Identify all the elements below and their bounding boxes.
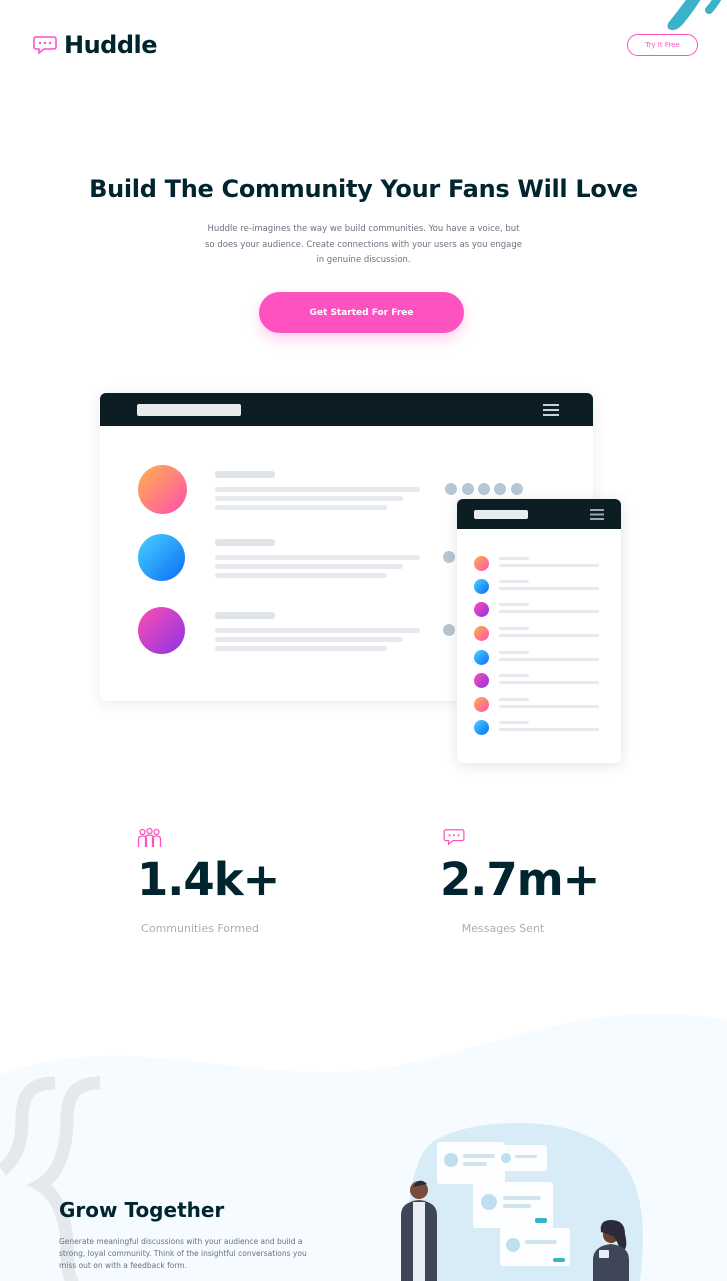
mobile-mockup-titlebar — [457, 499, 621, 529]
avatar-placeholder — [138, 465, 187, 514]
avatar-placeholder — [138, 534, 185, 581]
text-placeholder — [215, 487, 420, 492]
stat-value-messages: 2.7m+ — [440, 853, 600, 906]
get-started-button[interactable]: Get Started For Free — [259, 292, 464, 333]
avatar-placeholder — [474, 673, 489, 688]
text-placeholder — [215, 505, 387, 510]
mockup-title-placeholder — [137, 404, 241, 416]
text-placeholder — [499, 587, 599, 590]
status-dot — [494, 483, 506, 495]
text-placeholder — [215, 637, 403, 642]
status-dot — [445, 483, 457, 495]
avatar-placeholder — [138, 607, 185, 654]
stat-label-messages: Messages Sent — [461, 922, 545, 935]
text-placeholder — [499, 564, 599, 567]
text-placeholder — [215, 496, 403, 501]
status-dot — [462, 483, 474, 495]
logo[interactable]: Huddle — [32, 30, 158, 60]
grow-together-description: Generate meaningful discussions with you… — [59, 1237, 307, 1270]
avatar-placeholder — [474, 602, 489, 617]
status-dot — [478, 483, 490, 495]
text-placeholder — [499, 674, 529, 677]
text-placeholder — [215, 646, 387, 651]
status-dot — [443, 624, 455, 636]
text-placeholder — [215, 573, 387, 578]
hero-description: Huddle re-imagines the way we build comm… — [205, 224, 523, 265]
avatar-placeholder — [474, 650, 489, 665]
text-placeholder — [215, 539, 275, 546]
messages-icon — [443, 829, 465, 846]
grow-together-title: Grow Together — [59, 1198, 225, 1222]
stat-label-communities: Communities Formed — [141, 922, 259, 935]
text-placeholder — [499, 698, 529, 701]
text-placeholder — [499, 634, 599, 637]
logo-text: Huddle — [64, 31, 158, 59]
avatar-placeholder — [474, 579, 489, 594]
text-placeholder — [215, 628, 420, 633]
text-placeholder — [499, 610, 599, 613]
text-placeholder — [499, 681, 599, 684]
text-placeholder — [499, 651, 529, 654]
text-placeholder — [499, 557, 529, 560]
mockup-titlebar — [100, 393, 593, 426]
stat-value-communities: 1.4k+ — [137, 853, 280, 906]
text-placeholder — [499, 603, 529, 606]
text-placeholder — [499, 705, 599, 708]
mobile-mockup-illustration — [457, 499, 621, 763]
avatar-placeholder — [474, 720, 489, 735]
status-dot — [443, 551, 455, 563]
mobile-title-placeholder — [474, 510, 528, 519]
corner-decoration — [667, 0, 722, 31]
try-it-free-button[interactable]: Try It Free — [627, 34, 698, 56]
avatar-placeholder — [474, 556, 489, 571]
hero-title: Build The Community Your Fans Will Love — [89, 175, 638, 203]
text-placeholder — [499, 658, 599, 661]
text-placeholder — [215, 564, 403, 569]
chat-bubble-icon — [33, 36, 57, 55]
text-placeholder — [215, 555, 420, 560]
hamburger-menu-icon — [590, 509, 604, 520]
status-dot — [511, 483, 523, 495]
text-placeholder — [499, 580, 529, 583]
avatar-placeholder — [474, 626, 489, 641]
text-placeholder — [499, 728, 599, 731]
hamburger-menu-icon — [543, 404, 559, 416]
avatar-placeholder — [474, 697, 489, 712]
people-chatting-illustration — [401, 1123, 643, 1281]
communities-icon — [137, 827, 162, 847]
text-placeholder — [215, 612, 275, 619]
text-placeholder — [499, 721, 529, 724]
text-placeholder — [215, 471, 275, 478]
text-placeholder — [499, 627, 529, 630]
